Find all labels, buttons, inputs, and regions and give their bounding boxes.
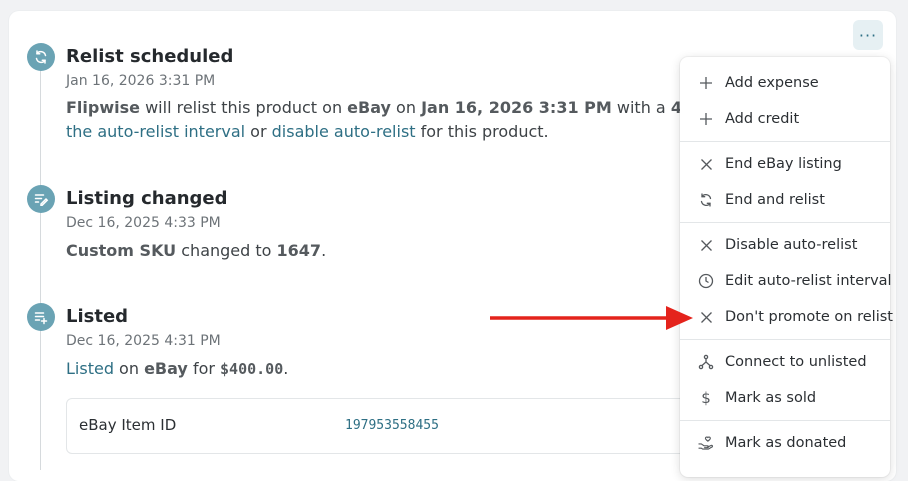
event-title: Relist scheduled	[66, 46, 234, 67]
relist-date: Jan 16, 2026 3:31 PM	[421, 98, 612, 117]
event-date: Dec 16, 2025 4:31 PM	[66, 333, 221, 349]
close-icon	[698, 237, 714, 253]
dollar-icon: $	[701, 389, 711, 407]
edit-listing-icon	[27, 185, 55, 213]
close-icon	[698, 309, 714, 325]
menu-divider	[680, 141, 890, 142]
relist-icon	[27, 43, 55, 71]
event-date: Jan 16, 2026 3:31 PM	[66, 73, 216, 89]
listed-price: $400.00	[220, 360, 284, 378]
close-icon	[698, 156, 714, 172]
auto-relist-interval-link[interactable]: the auto-relist interval	[66, 122, 245, 141]
annotation-arrow	[490, 306, 693, 330]
menu-item-add-expense[interactable]: Add expense	[680, 65, 890, 101]
plus-icon	[698, 75, 714, 91]
menu-item-add-credit[interactable]: Add credit	[680, 101, 890, 137]
event-description: Listed on eBay for $400.00.	[66, 359, 289, 378]
listed-link[interactable]: Listed	[66, 359, 114, 378]
more-icon: ···	[858, 25, 878, 45]
menu-item-connect-to-unlisted[interactable]: Connect to unlisted	[680, 344, 890, 380]
disable-auto-relist-link[interactable]: disable auto-relist	[272, 122, 416, 141]
event-title: Listed	[66, 306, 129, 327]
menu-divider	[680, 420, 890, 421]
menu-item-mark-as-sold[interactable]: $ Mark as sold	[680, 380, 890, 416]
timeline-line	[40, 70, 41, 470]
menu-item-mark-as-donated[interactable]: Mark as donated	[680, 425, 890, 461]
seller-name: Flipwise	[66, 98, 140, 117]
menu-item-end-and-relist[interactable]: End and relist	[680, 182, 890, 218]
relist-icon	[698, 192, 714, 208]
item-id-box: eBay Item ID 197953558455	[66, 398, 708, 454]
plus-icon	[698, 111, 714, 127]
event-description: Flipwise will relist this product on eBa…	[66, 95, 730, 120]
clock-icon	[698, 273, 714, 289]
menu-item-disable-auto-relist[interactable]: Disable auto-relist	[680, 227, 890, 263]
connect-icon	[698, 354, 714, 370]
donate-icon	[698, 435, 714, 451]
event-title: Listing changed	[66, 188, 228, 209]
event-description: Custom SKU changed to 1647.	[66, 241, 327, 260]
more-actions-button[interactable]: ···	[853, 20, 883, 50]
menu-divider	[680, 222, 890, 223]
item-id-label: eBay Item ID	[79, 416, 177, 434]
listed-icon	[27, 303, 55, 331]
menu-item-dont-promote-on-relist[interactable]: Don't promote on relist	[680, 299, 893, 335]
actions-menu: Add expense Add credit End eBay listing …	[680, 57, 893, 477]
item-id-value[interactable]: 197953558455	[345, 418, 439, 433]
event-description-cont: the auto-relist interval or disable auto…	[66, 122, 549, 141]
marketplace-name: eBay	[347, 98, 391, 117]
menu-item-edit-auto-relist-interval[interactable]: Edit auto-relist interval	[680, 263, 892, 299]
event-date: Dec 16, 2025 4:33 PM	[66, 215, 221, 231]
menu-item-end-listing[interactable]: End eBay listing	[680, 146, 890, 182]
menu-divider	[680, 339, 890, 340]
